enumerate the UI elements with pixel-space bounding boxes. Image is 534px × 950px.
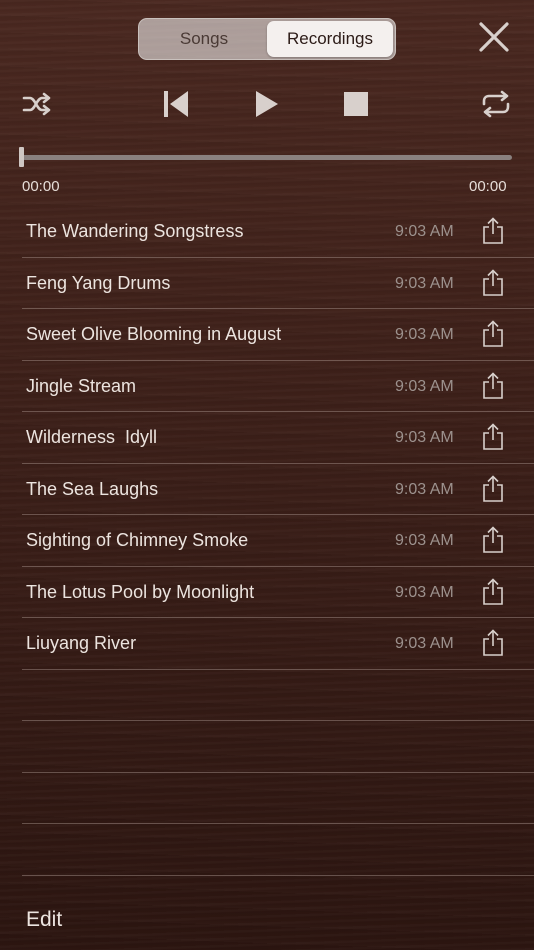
list-item[interactable]: Wilderness Idyll 9:03 AM [22, 412, 534, 464]
list-item[interactable]: Feng Yang Drums 9:03 AM [22, 258, 534, 309]
empty-list-row [22, 721, 534, 773]
recording-title: Sweet Olive Blooming in August [26, 324, 282, 344]
previous-button[interactable] [160, 88, 192, 120]
list-item[interactable]: Jingle Stream 9:03 AM [22, 361, 534, 412]
recording-title: Feng Yang Drums [26, 272, 171, 293]
edit-button[interactable]: Edit [26, 908, 62, 932]
empty-list-row [22, 670, 534, 721]
recording-title: Liuyang River [26, 633, 137, 653]
recording-title: The Lotus Pool by Moonlight [26, 581, 255, 602]
tab-recordings[interactable]: Recordings [267, 21, 393, 57]
share-icon[interactable] [481, 423, 505, 451]
elapsed-time: 00:00 [22, 178, 60, 195]
share-icon[interactable] [481, 629, 505, 657]
list-item[interactable]: The Sea Laughs 9:03 AM [22, 464, 534, 515]
skip-back-icon [164, 91, 188, 117]
play-icon [256, 91, 278, 117]
recording-time: 9:03 AM [395, 223, 454, 240]
stop-button[interactable] [341, 89, 371, 119]
recording-title: The Wandering Songstress [26, 221, 244, 241]
recording-time: 9:03 AM [395, 532, 454, 549]
share-icon[interactable] [481, 526, 505, 554]
recording-time: 9:03 AM [395, 429, 454, 446]
progress-thumb[interactable] [19, 147, 24, 167]
recording-time: 9:03 AM [395, 583, 454, 601]
segmented-control: Songs Recordings [138, 18, 396, 60]
recording-time: 9:03 AM [395, 480, 454, 498]
recording-time: 9:03 AM [395, 377, 454, 395]
empty-list-row [22, 773, 534, 824]
shuffle-button[interactable] [22, 90, 52, 118]
recordings-list: The Wandering Songstress 9:03 AM Feng Ya… [22, 206, 534, 876]
share-icon[interactable] [481, 320, 505, 348]
close-icon [479, 22, 509, 52]
shuffle-icon [22, 92, 51, 116]
share-icon[interactable] [481, 217, 505, 245]
repeat-icon [482, 90, 510, 118]
recording-title: Sighting of Chimney Smoke [26, 530, 249, 550]
recording-title: The Sea Laughs [26, 478, 159, 499]
repeat-button[interactable] [478, 88, 514, 120]
share-icon[interactable] [481, 268, 505, 297]
stop-icon [344, 92, 368, 116]
recording-time: 9:03 AM [395, 274, 454, 292]
list-item[interactable]: The Lotus Pool by Moonlight 9:03 AM [22, 567, 534, 618]
list-item[interactable]: Liuyang River 9:03 AM [22, 618, 534, 670]
share-icon[interactable] [481, 474, 505, 503]
empty-list-row [22, 824, 534, 876]
progress-slider[interactable] [22, 155, 512, 160]
list-item[interactable]: The Wandering Songstress 9:03 AM [22, 206, 534, 258]
list-item[interactable]: Sighting of Chimney Smoke 9:03 AM [22, 515, 534, 567]
recording-title: Wilderness Idyll [26, 427, 158, 447]
recording-time: 9:03 AM [395, 635, 454, 652]
share-icon[interactable] [481, 371, 505, 400]
tab-songs[interactable]: Songs [141, 21, 267, 57]
recording-title: Jingle Stream [26, 375, 137, 396]
duration-time: 00:00 [469, 178, 507, 195]
share-icon[interactable] [481, 577, 505, 606]
list-item[interactable]: Sweet Olive Blooming in August 9:03 AM [22, 309, 534, 361]
close-button[interactable] [476, 19, 512, 55]
recording-time: 9:03 AM [395, 326, 454, 343]
play-button[interactable] [250, 88, 282, 120]
